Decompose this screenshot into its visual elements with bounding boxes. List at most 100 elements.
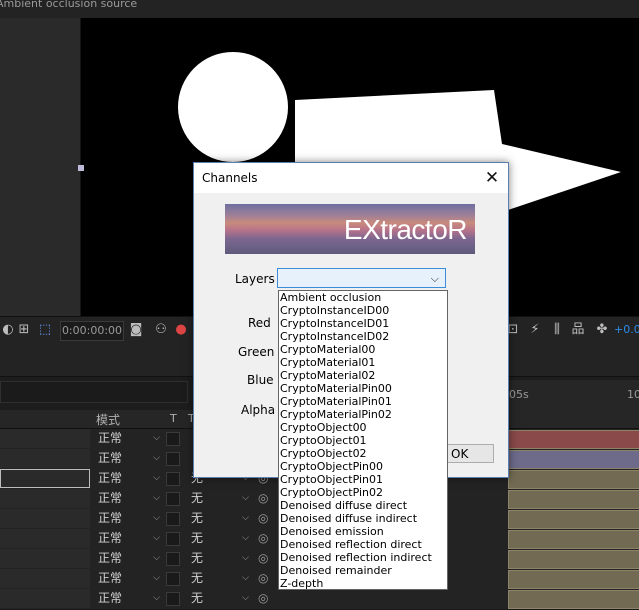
flowchart-icon[interactable]: 品 (570, 322, 586, 338)
preserve-transparency-checkbox[interactable] (166, 512, 180, 526)
blend-mode-select[interactable]: 正常 ⌵ (94, 490, 162, 507)
parent-pickwhip-icon[interactable]: ◎ (258, 551, 268, 565)
banner-logo-text: EXtractoR (343, 214, 468, 245)
layer-option[interactable]: Denoised diffuse direct (279, 499, 447, 512)
close-icon[interactable]: ✕ (482, 168, 502, 188)
ruler-label-05s: 05s (509, 388, 529, 401)
region-of-interest-icon[interactable]: ⊞ (16, 322, 32, 338)
layer-option[interactable]: CryptoObjectPin02 (279, 486, 447, 499)
layer-option[interactable]: CryptoObjectPin00 (279, 460, 447, 473)
layer-duration-bar[interactable] (508, 430, 639, 449)
timeline-icon[interactable]: ⚡ (527, 322, 543, 338)
anchor-handle[interactable] (78, 165, 84, 171)
layer-name-cell[interactable] (0, 589, 90, 608)
layer-duration-bar[interactable] (508, 450, 639, 469)
viewer-header-text: Ambient occlusion source (0, 0, 138, 10)
time-ruler[interactable]: 05s 10 (505, 380, 639, 410)
track-matte-select[interactable]: 无 ⌵ (187, 570, 251, 587)
layer-option[interactable]: Ambient occlusion (279, 291, 447, 304)
track-matte-select[interactable]: 无 ⌵ (187, 530, 251, 547)
layer-duration-bar[interactable] (508, 550, 639, 569)
layer-search-input[interactable] (0, 381, 188, 403)
parent-pickwhip-icon[interactable]: ◎ (258, 531, 268, 545)
blend-mode-value: 正常 (98, 511, 123, 525)
blend-mode-value: 正常 (98, 571, 123, 585)
layer-duration-bar[interactable] (508, 570, 639, 589)
blend-mode-select[interactable]: 正常 ⌵ (94, 550, 162, 567)
channel-icon[interactable]: ● (173, 322, 189, 338)
track-matte-select[interactable]: 无 ⌵ (187, 510, 251, 527)
chevron-down-icon: ⌵ (153, 593, 160, 603)
layer-option[interactable]: CryptoMaterial01 (279, 356, 447, 369)
blend-mode-select[interactable]: 正常 ⌵ (94, 430, 162, 447)
layer-option[interactable]: CryptoObject00 (279, 421, 447, 434)
preserve-transparency-checkbox[interactable] (166, 592, 180, 606)
layer-name-cell[interactable] (0, 549, 90, 568)
parent-pickwhip-icon[interactable]: ◎ (258, 591, 268, 605)
layer-name-cell[interactable] (0, 509, 90, 528)
layer-duration-bar[interactable] (508, 510, 639, 529)
layer-option[interactable]: Denoised reflection direct (279, 538, 447, 551)
layer-option[interactable]: CryptoObjectPin01 (279, 473, 447, 486)
layer-name-cell[interactable] (0, 449, 90, 468)
layer-option[interactable]: CryptoMaterial00 (279, 343, 447, 356)
layer-option[interactable]: Denoised emission (279, 525, 447, 538)
layer-duration-bar[interactable] (508, 590, 639, 609)
preserve-transparency-checkbox[interactable] (166, 432, 180, 446)
layer-option[interactable]: Denoised remainder (279, 564, 447, 577)
track-matte-select[interactable]: 无 ⌵ (187, 550, 251, 567)
layer-option[interactable]: CryptoInstanceID02 (279, 330, 447, 343)
blend-mode-select[interactable]: 正常 ⌵ (94, 450, 162, 467)
layer-option[interactable]: CryptoMaterialPin02 (279, 408, 447, 421)
layer-name-cell[interactable] (0, 469, 90, 488)
blend-mode-value: 正常 (98, 591, 123, 605)
layer-option[interactable]: CryptoMaterialPin00 (279, 382, 447, 395)
blend-mode-select[interactable]: 正常 ⌵ (94, 510, 162, 527)
snapshot-icon[interactable]: ◙ (128, 322, 144, 338)
preserve-transparency-checkbox[interactable] (166, 472, 180, 486)
layer-option[interactable]: CryptoMaterial02 (279, 369, 447, 382)
preserve-transparency-checkbox[interactable] (166, 552, 180, 566)
layer-option[interactable]: Z-depth (279, 577, 447, 589)
transparency-grid-icon[interactable]: ⬚ (37, 322, 53, 338)
preserve-transparency-checkbox[interactable] (166, 532, 180, 546)
track-matte-select[interactable]: 无 ⌵ (187, 490, 251, 507)
timecode-display[interactable]: 0:00:00:00 (60, 321, 124, 341)
show-snapshot-icon[interactable]: ⚇ (153, 322, 169, 338)
reset-exposure-icon[interactable]: ✤ (594, 322, 610, 338)
blend-mode-select[interactable]: 正常 ⌵ (94, 530, 162, 547)
preserve-transparency-checkbox[interactable] (166, 492, 180, 506)
layer-option[interactable]: CryptoMaterialPin01 (279, 395, 447, 408)
track-matte-select[interactable]: 无 ⌵ (187, 590, 251, 607)
parent-pickwhip-icon[interactable]: ◎ (258, 511, 268, 525)
layer-option[interactable]: CryptoObject02 (279, 447, 447, 460)
chevron-down-icon: ⌵ (153, 513, 160, 523)
layers-dropdown-list[interactable]: Ambient occlusion CryptoInstanceID00 Crypt… (278, 290, 448, 590)
layer-duration-bar[interactable] (508, 490, 639, 509)
preserve-transparency-checkbox[interactable] (166, 452, 180, 466)
blend-mode-select[interactable]: 正常 ⌵ (94, 590, 162, 607)
resolution-icon[interactable]: ◐ (0, 322, 16, 338)
viewer-header: Ambient occlusion source (0, 0, 639, 18)
exposure-value[interactable]: +0.0 (614, 322, 639, 338)
layer-row[interactable]: 正常 ⌵ 无 ⌵ ◎ (0, 589, 639, 610)
left-panel (0, 18, 81, 316)
layer-name-cell[interactable] (0, 489, 90, 508)
layer-option[interactable]: Denoised reflection indirect (279, 551, 447, 564)
layers-select[interactable]: ⌵ (277, 268, 446, 288)
layer-name-cell[interactable] (0, 429, 90, 448)
parent-pickwhip-icon[interactable]: ◎ (258, 571, 268, 585)
preserve-transparency-checkbox[interactable] (166, 572, 180, 586)
layer-option[interactable]: CryptoObject01 (279, 434, 447, 447)
layer-name-cell[interactable] (0, 569, 90, 588)
layer-duration-bar[interactable] (508, 470, 639, 489)
layer-option[interactable]: Denoised diffuse indirect (279, 512, 447, 525)
graph-icon[interactable]: ⫼ (549, 322, 565, 338)
layer-duration-bar[interactable] (508, 530, 639, 549)
parent-pickwhip-icon[interactable]: ◎ (258, 491, 268, 505)
blend-mode-select[interactable]: 正常 ⌵ (94, 570, 162, 587)
blend-mode-select[interactable]: 正常 ⌵ (94, 470, 162, 487)
layer-option[interactable]: CryptoInstanceID00 (279, 304, 447, 317)
layer-name-cell[interactable] (0, 529, 90, 548)
layer-option[interactable]: CryptoInstanceID01 (279, 317, 447, 330)
